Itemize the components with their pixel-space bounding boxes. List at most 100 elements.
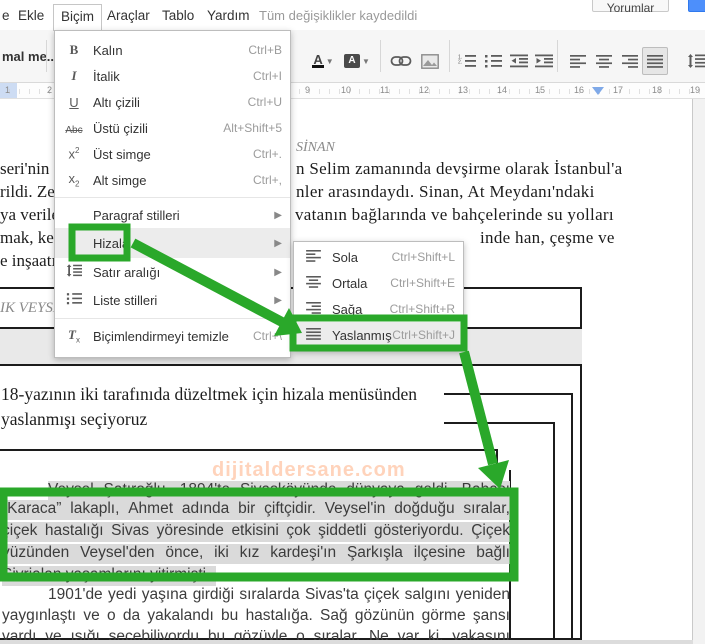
- svg-text:2.: 2.: [458, 60, 462, 66]
- window-bottom-strip: [0, 640, 693, 644]
- caption-line: yaslanmışı seçiyoruz: [1, 409, 148, 429]
- ruler-number: 19: [690, 85, 701, 95]
- menu-item-ekle[interactable]: Ekle: [18, 8, 44, 23]
- numbered-list-button[interactable]: 1. 2.: [454, 47, 480, 75]
- submenu-arrow-icon: ▶: [274, 209, 282, 221]
- submenu-row-sola[interactable]: Sola Ctrl+Shift+L: [294, 244, 463, 270]
- ruler-number: 1: [5, 85, 11, 95]
- align-justify-icon: [647, 54, 663, 68]
- ruler-number: 12: [419, 85, 430, 95]
- align-left-icon: [570, 54, 586, 68]
- selected-paragraph-line: Veysel Şatıroğlu, 1894'te Sivasköyünde dünya…: [48, 481, 510, 501]
- chevron-down-icon: ▼: [362, 56, 370, 66]
- align-justify-icon: [294, 327, 332, 343]
- indent-icon: [535, 54, 553, 68]
- menu-separator: [55, 197, 290, 198]
- ruler-number: 9: [305, 85, 311, 95]
- outdent-button[interactable]: [506, 47, 532, 75]
- toolbar-divider: [46, 40, 47, 72]
- toolbar-divider: [380, 40, 381, 72]
- menu-row-bicimlendirmeyi-temizle[interactable]: Tx Biçimlendirmeyi temizle Ctrl+\: [55, 323, 290, 349]
- menu-item-yardim[interactable]: Yardım: [207, 8, 250, 23]
- google-docs-window: SİNAN n Selim zamanında devşirme olarak …: [0, 0, 705, 644]
- clear-formatting-icon: Tx: [68, 327, 80, 345]
- share-button[interactable]: [688, 0, 705, 12]
- menu-row-hizala[interactable]: Hizala ▶: [55, 228, 290, 258]
- bullet-list-icon: [485, 55, 502, 68]
- menu-row-alti-cizili[interactable]: U Altı çizili Ctrl+U: [55, 89, 290, 115]
- selected-paragraph-line: Sivrialan yaşamlarını yitirmişti.: [2, 566, 217, 586]
- align-left-button[interactable]: [565, 47, 591, 75]
- nested-border: [0, 449, 498, 451]
- toolbar-divider: [557, 40, 558, 72]
- menu-row-liste-stilleri[interactable]: Liste stilleri ▶: [55, 286, 290, 314]
- menu-item-fragment[interactable]: e: [2, 8, 10, 23]
- paragraph-line: 1901'de yedi yaşına girdiği sıralarda Sivas't…: [48, 586, 510, 603]
- menu-row-ustu-cizili[interactable]: Abc Üstü çizili Alt+Shift+5: [55, 115, 290, 141]
- menu-row-italik[interactable]: I İtalik Ctrl+I: [55, 63, 290, 89]
- doc-text-fragment: mak, ker: [0, 228, 55, 247]
- doc-text-fragment: rildi. Zel: [0, 182, 55, 201]
- nested-border: [444, 393, 573, 395]
- paragraph-line: yaygınlaştı ve o da yakalandı bu hastalığa. Sağ…: [2, 607, 510, 624]
- nested-border: [571, 393, 573, 639]
- highlight-color-button[interactable]: A ▼: [340, 47, 374, 75]
- doc-text-fragment: ya verile: [0, 205, 55, 224]
- align-center-icon: [596, 54, 612, 68]
- format-menu: B Kalın Ctrl+B I İtalik Ctrl+I U Altı çi…: [54, 30, 291, 358]
- insert-image-icon: [421, 53, 439, 69]
- text-color-button[interactable]: A ▼: [306, 47, 340, 75]
- list-styles-icon: [55, 292, 93, 308]
- line-spacing-button[interactable]: ▼: [684, 47, 705, 75]
- line-spacing-icon: [688, 54, 705, 68]
- paragraph-style-selector[interactable]: mal me...: [2, 49, 58, 64]
- bullet-list-button[interactable]: [480, 47, 506, 75]
- nested-border: [496, 449, 498, 475]
- doc-text-line: nler arasındaydı. Sinan, At Meydanı'ndak…: [296, 182, 595, 201]
- align-center-button[interactable]: [591, 47, 617, 75]
- chevron-down-icon: ▼: [325, 56, 334, 66]
- indent-button[interactable]: [531, 47, 557, 75]
- ruler-number: 14: [497, 85, 508, 95]
- submenu-row-ortala[interactable]: Ortala Ctrl+Shift+E: [294, 270, 463, 296]
- doc-text-fragment: seri'nin: [0, 159, 50, 178]
- ruler-number: 13: [458, 85, 469, 95]
- align-left-icon: [294, 249, 332, 265]
- menu-item-araclar[interactable]: Araçlar: [107, 8, 150, 23]
- numbered-list-icon: 1. 2.: [458, 55, 476, 67]
- ruler-number: 10: [341, 85, 352, 95]
- align-right-button[interactable]: [617, 47, 643, 75]
- strikethrough-icon: Abc: [65, 124, 83, 136]
- insert-link-button[interactable]: [388, 47, 414, 75]
- doc-text-line: n Selim zamanında devşirme olarak İstanb…: [296, 159, 623, 178]
- superscript-icon: x2: [68, 146, 80, 162]
- align-submenu: Sola Ctrl+Shift+L Ortala Ctrl+Shift+E Sa…: [293, 241, 464, 351]
- menu-item-tablo[interactable]: Tablo: [162, 8, 194, 23]
- selected-paragraph-line: “Karaca” lakaplı, Ahmet adında bir çiftçidir.…: [2, 500, 510, 520]
- indent-marker[interactable]: [592, 87, 604, 95]
- menu-row-satir-araligi[interactable]: Satır aralığı ▶: [55, 258, 290, 286]
- nested-border: [444, 422, 555, 424]
- insert-image-button[interactable]: [417, 47, 443, 75]
- ruler-number: 2: [47, 85, 53, 95]
- highlight-color-icon: A: [344, 54, 361, 68]
- submenu-arrow-icon: ▶: [274, 237, 282, 249]
- subscript-icon: x2: [68, 171, 80, 189]
- ruler-number: 16: [574, 85, 585, 95]
- submenu-arrow-icon: ▶: [274, 294, 282, 306]
- align-justify-button[interactable]: [642, 47, 668, 75]
- menu-row-paragraf-stilleri[interactable]: Paragraf stilleri ▶: [55, 202, 290, 228]
- ruler-number: 15: [535, 85, 546, 95]
- menu-row-kalin[interactable]: B Kalın Ctrl+B: [55, 37, 290, 63]
- submenu-row-yaslanmis[interactable]: Yaslanmış Ctrl+Shift+J: [294, 322, 463, 348]
- caption-line: 18-yazının iki tarafınıda düzeltmek için…: [1, 384, 417, 404]
- menu-item-bicim[interactable]: Biçim: [53, 4, 102, 31]
- ruler-number: 18: [652, 85, 663, 95]
- menu-row-ust-simge[interactable]: x2 Üst simge Ctrl+.: [55, 141, 290, 167]
- menu-separator: [55, 318, 290, 319]
- comments-button[interactable]: Yorumlar: [592, 0, 669, 15]
- menu-row-alt-simge[interactable]: x2 Alt simge Ctrl+,: [55, 167, 290, 193]
- submenu-row-saga[interactable]: Sağa Ctrl+Shift+R: [294, 296, 463, 322]
- underline-icon: U: [69, 94, 79, 110]
- doc-text-fragment: e inşaatı: [0, 251, 55, 270]
